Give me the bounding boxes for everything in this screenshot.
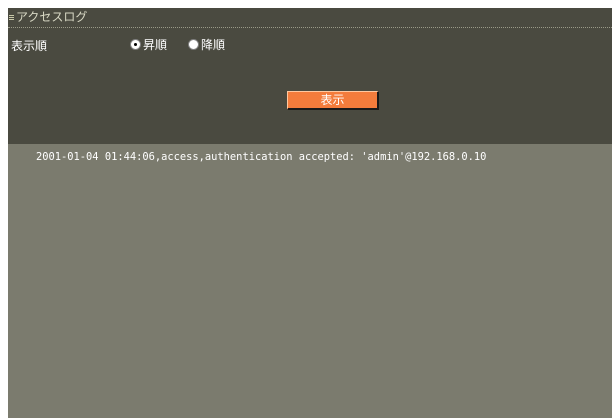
descending-radio[interactable]: [188, 39, 199, 50]
ascending-label[interactable]: 昇順: [143, 38, 167, 52]
log-output: 2001-01-04 01:44:06,access,authenticatio…: [8, 144, 612, 418]
list-icon: [9, 14, 14, 20]
controls-area: 表示順 昇順 降順 表示: [8, 28, 612, 152]
descending-label[interactable]: 降順: [201, 38, 225, 52]
title-bar: アクセスログ: [8, 8, 612, 28]
access-log-panel: アクセスログ 表示順 昇順 降順 表示 2001-01-04 01:44:06,…: [8, 8, 612, 418]
page-title: アクセスログ: [16, 10, 88, 24]
show-button[interactable]: 表示: [287, 91, 379, 110]
log-line: 2001-01-04 01:44:06,access,authenticatio…: [36, 151, 487, 163]
sort-order-label: 表示順: [11, 39, 48, 53]
ascending-radio[interactable]: [130, 39, 141, 50]
